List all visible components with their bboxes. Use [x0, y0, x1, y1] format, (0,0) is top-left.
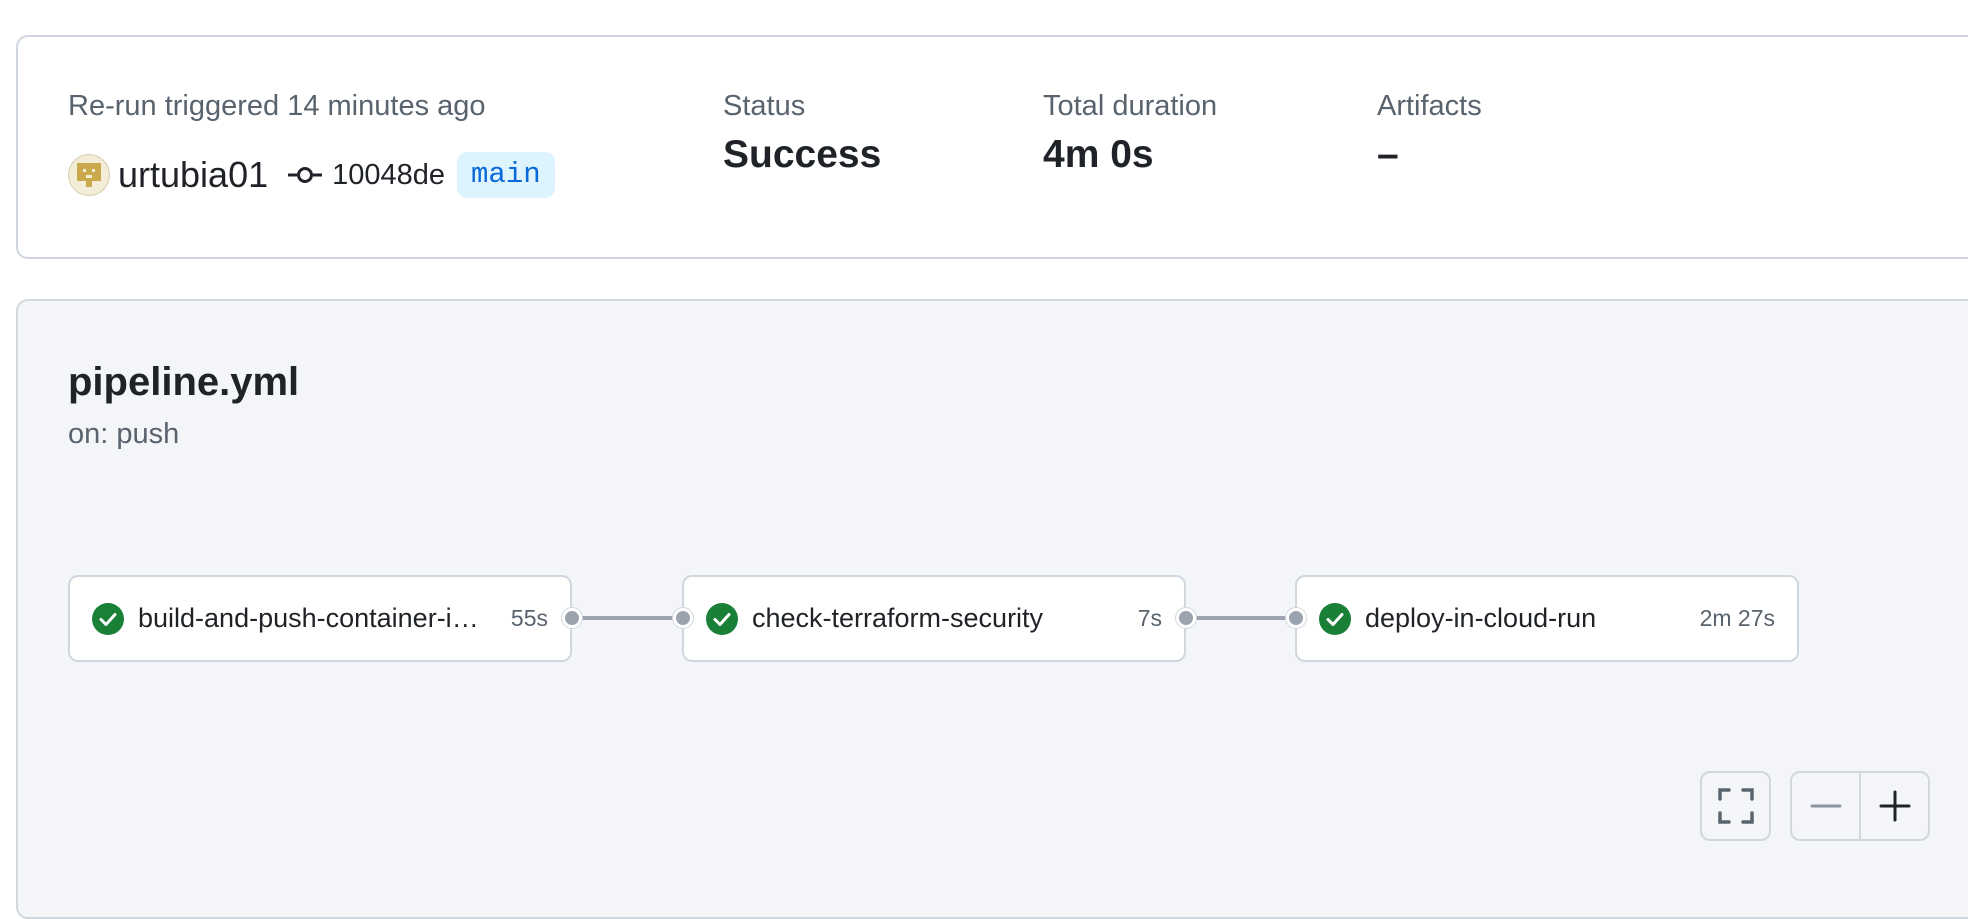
job-card-check-terraform-security[interactable]: check-terraform-security 7s	[682, 575, 1186, 662]
check-circle-icon	[706, 602, 738, 635]
zoom-controls	[1790, 771, 1930, 841]
trigger-details: urtubia01 10048de main	[68, 150, 555, 200]
fullscreen-button[interactable]	[1702, 773, 1769, 839]
minus-icon	[1810, 804, 1841, 808]
artifacts-column: Artifacts	[1377, 92, 1482, 121]
status-label: Status	[723, 90, 806, 122]
check-circle-icon	[92, 602, 124, 635]
trigger-column: Re-run triggered 14 minutes ago	[68, 92, 486, 121]
job-duration: 7s	[1137, 605, 1162, 631]
job-output-dot	[562, 608, 582, 628]
commit-sha-link[interactable]: 10048de	[332, 159, 445, 192]
check-circle-icon	[1319, 602, 1351, 635]
duration-value: 4m 0s	[1043, 133, 1154, 176]
job-duration: 2m 27s	[1699, 605, 1775, 631]
branch-badge[interactable]: main	[457, 151, 555, 199]
job-name: check-terraform-security	[752, 603, 1044, 633]
job-input-dot	[1286, 608, 1306, 628]
workflow-graph-panel: pipeline.yml on: push build-and-push-con…	[16, 299, 1968, 919]
plus-icon	[1879, 790, 1910, 822]
trigger-text: Re-run triggered 14 minutes ago	[68, 90, 486, 122]
artifacts-label: Artifacts	[1377, 90, 1482, 122]
avatar[interactable]	[68, 154, 110, 196]
fullscreen-icon	[1717, 788, 1754, 824]
identicon-avatar-icon	[77, 163, 101, 187]
status-column: Status	[723, 92, 805, 121]
job-name: deploy-in-cloud-run	[1365, 603, 1597, 633]
actor-username[interactable]: urtubia01	[118, 154, 268, 196]
zoom-out-button[interactable]	[1792, 773, 1859, 839]
duration-label: Total duration	[1043, 90, 1218, 122]
job-duration: 55s	[510, 605, 548, 631]
workflow-file-name[interactable]: pipeline.yml	[68, 362, 299, 402]
artifacts-value: –	[1377, 133, 1399, 176]
git-commit-icon	[288, 165, 323, 185]
workflow-trigger: on: push	[68, 418, 180, 450]
fullscreen-button-group	[1700, 771, 1771, 841]
job-card-deploy-in-cloud-run[interactable]: deploy-in-cloud-run 2m 27s	[1295, 575, 1799, 662]
run-summary-card: Re-run triggered 14 minutes ago urtubia0…	[16, 35, 1968, 259]
job-name: build-and-push-container-image	[138, 603, 499, 633]
job-output-dot	[1176, 608, 1196, 628]
duration-column: Total duration	[1043, 92, 1217, 121]
status-value: Success	[723, 133, 882, 176]
zoom-in-button[interactable]	[1861, 773, 1928, 839]
job-card-build-and-push[interactable]: build-and-push-container-image 55s	[68, 575, 572, 662]
job-input-dot	[673, 608, 693, 628]
